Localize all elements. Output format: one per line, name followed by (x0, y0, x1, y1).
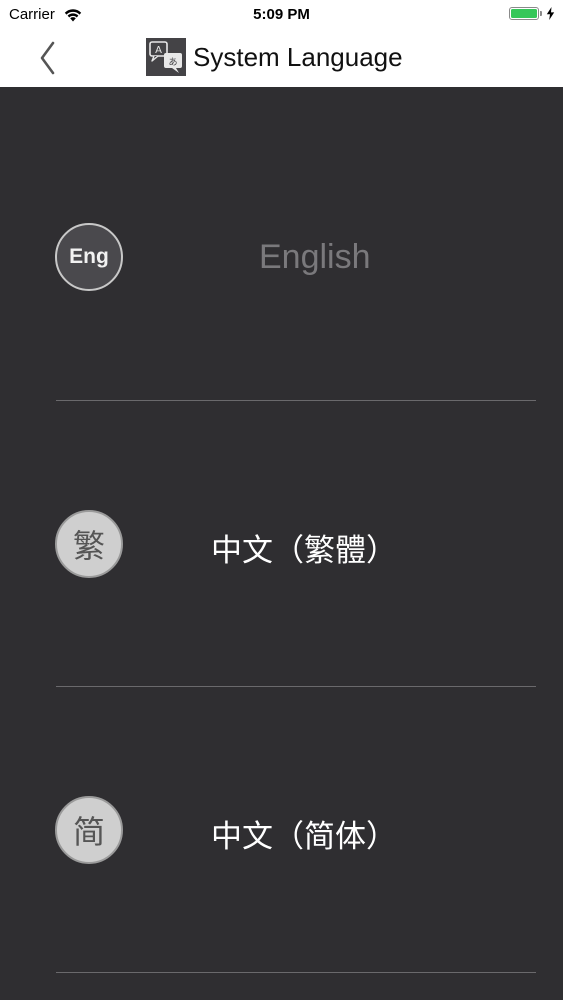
language-badge: Eng (55, 223, 123, 291)
battery-icon (509, 7, 539, 20)
nav-title-group: A あ System Language (146, 38, 403, 76)
battery-fill (511, 9, 537, 18)
page-title: System Language (193, 41, 403, 72)
svg-text:A: A (155, 45, 162, 56)
svg-text:あ: あ (168, 57, 177, 68)
back-button[interactable] (36, 40, 66, 76)
language-badge: 简 (55, 796, 123, 864)
chevron-left-icon (40, 41, 55, 75)
language-label: 中文（简体） (211, 819, 397, 855)
language-option-english[interactable]: Eng English (0, 115, 563, 401)
navigation-bar: A あ System Language (0, 30, 563, 87)
battery-tip (540, 11, 542, 16)
language-settings-screen: Carrier 5:09 PM A あ System Language Eng … (0, 0, 563, 1000)
battery-indicator (509, 7, 555, 20)
language-label: 中文（繁體） (211, 533, 397, 569)
language-option-traditional-chinese[interactable]: 繁 中文（繁體） (0, 401, 563, 687)
charging-bolt-icon (546, 7, 555, 20)
language-translate-icon: A あ (146, 38, 186, 76)
clock: 5:09 PM (253, 6, 310, 23)
status-bar: Carrier 5:09 PM (0, 0, 563, 30)
language-option-simplified-chinese[interactable]: 简 中文（简体） (0, 687, 563, 973)
divider (56, 972, 536, 973)
language-label: English (259, 238, 371, 276)
language-badge: 繁 (55, 510, 123, 578)
